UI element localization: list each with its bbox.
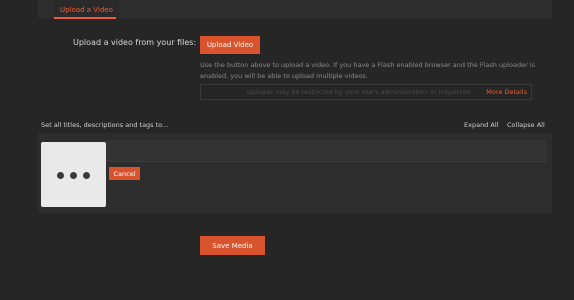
- tab-label: Upload a Video: [60, 6, 113, 14]
- expand-all-link[interactable]: Expand All: [464, 121, 498, 129]
- more-details-link[interactable]: More Details: [486, 85, 527, 99]
- upload-video-button[interactable]: Upload Video: [200, 36, 260, 54]
- bulk-edit-link[interactable]: Set all titles, descriptions and tags to…: [41, 121, 168, 129]
- upload-notice-box: Uploads may be restricted by your site's…: [200, 84, 532, 100]
- upload-help-text: Use the button above to upload a video. …: [200, 61, 536, 80]
- active-tab-indicator: [54, 17, 116, 19]
- ellipsis-icon: [57, 172, 64, 179]
- cancel-upload-button[interactable]: Cancel: [109, 167, 140, 180]
- media-thumbnail: [41, 142, 106, 207]
- ellipsis-icon: [83, 172, 90, 179]
- upload-label: Upload a video from your files:: [73, 38, 197, 47]
- collapse-all-link[interactable]: Collapse All: [507, 121, 545, 129]
- upload-notice-text: Uploads may be restricted by your site's…: [247, 88, 471, 96]
- ellipsis-icon: [70, 172, 77, 179]
- save-media-button[interactable]: Save Media: [200, 236, 265, 255]
- media-item-header: [106, 140, 546, 162]
- tab-upload-a-video[interactable]: Upload a Video: [54, 0, 119, 18]
